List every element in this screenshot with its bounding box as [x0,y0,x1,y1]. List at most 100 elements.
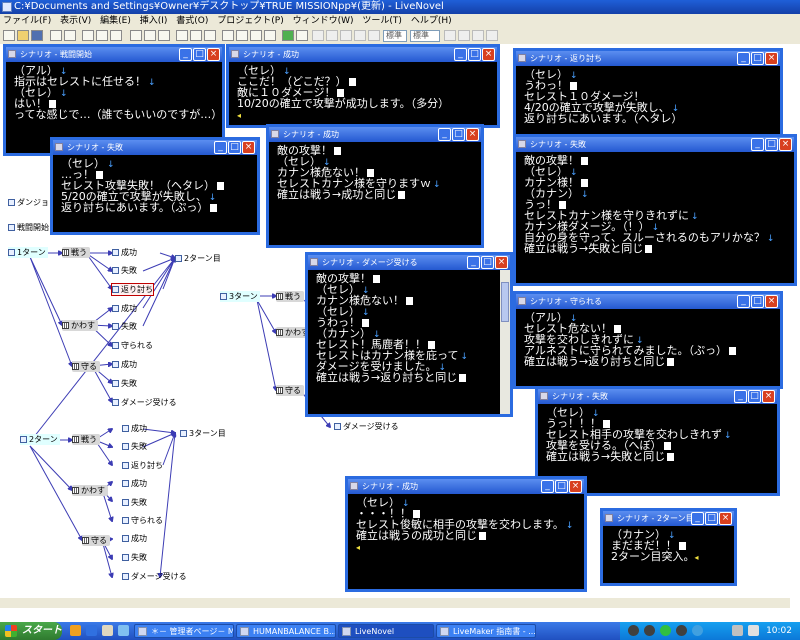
scenario-text[interactable]: 敵の攻撃！ （セレ） ↓ カナン様！ （カナン） ↓ うっ！ セレストカナン様を守りきれずに ↓… [516,152,794,283]
scenario-text[interactable]: （アル） ↓ セレスト危ない！ 攻撃を交わしきれずに ↓ アルネストに守られてみました。（… [516,309,780,386]
node-to-turn3[interactable]: 3ターン目 [180,428,226,439]
node-t1-guard[interactable]: 守る [72,361,100,372]
close-icon[interactable]: × [762,390,775,403]
minimize-icon[interactable]: _ [734,390,747,403]
maximize-icon[interactable]: □ [468,48,481,61]
scenario-text[interactable]: （セレ） ↓ ・・・！！ セレスト俊敏に相手の攻撃を交わします。 ↓ 確立は戦うの成功と同… [348,494,584,589]
node-t1-guard-fail[interactable]: 失敗 [112,378,137,389]
close-icon[interactable]: × [569,480,582,493]
scenario-window-damage[interactable]: シナリオ - ダメージ受ける _ □ × 敵の攻撃！ （セレ） ↓ カナン様危ない！ （セレ… [305,252,513,417]
menu-view[interactable]: 表示(V) [57,14,94,28]
maximize-icon[interactable]: □ [751,52,764,65]
maximize-icon[interactable]: □ [481,256,494,269]
node-t3-fight[interactable]: 戦う [276,291,304,302]
scenario-text[interactable]: 敵の攻撃！ （セレ） ↓ カナン様危ない！ （セレ） ↓ うわっ！ （カナン） ↓ セレスト！馬鹿… [308,270,500,414]
task-admin-page[interactable]: ＊－ 管理者ページ－ M... [134,624,234,638]
volume-icon[interactable] [692,625,703,636]
node-t2-damage[interactable]: ダメージ受ける [122,571,187,582]
node-t2-guard-fail[interactable]: 失敗 [122,552,147,563]
align-right-icon[interactable] [472,30,484,41]
node-t1-dodge[interactable]: かわす [62,320,98,331]
node-insert-icon[interactable] [130,30,142,41]
close-icon[interactable]: × [765,295,778,308]
quicklaunch-firefox-icon[interactable] [70,625,81,636]
node-battle-start[interactable]: 戦闘開始 [8,222,49,233]
save-icon[interactable] [31,30,43,41]
menu-node-icon[interactable] [176,30,188,41]
menu-project[interactable]: プロジェクト(P) [214,14,286,28]
minimize-icon[interactable]: _ [214,141,227,154]
run-icon[interactable] [282,30,294,41]
copy-icon[interactable] [96,30,108,41]
node-t1-dodge-success[interactable]: 成功 [112,303,137,314]
task-humanbalance[interactable]: HUMANBALANCE B... [236,624,336,638]
node-t3-damage[interactable]: ダメージ受ける [334,421,399,432]
node-t2-guard[interactable]: 守る [82,535,110,546]
text-icon[interactable] [264,30,276,41]
close-icon[interactable]: × [207,48,220,61]
jump-node-icon[interactable] [204,30,216,41]
scenario-window-success-2[interactable]: シナリオ - 成功 _ □ × 敵の攻撃！ （セレ） ↓ カナン様危ない！ セレストカナン様… [266,124,484,248]
minimize-icon[interactable]: _ [751,138,764,151]
color-icon[interactable] [486,30,498,41]
minimize-icon[interactable]: _ [179,48,192,61]
minimize-icon[interactable]: _ [691,512,704,525]
maximize-icon[interactable]: □ [193,48,206,61]
scenario-text[interactable]: （カナン） ↓ まだまだ！！ 2ターン目突入。◂ [603,526,734,583]
node-turn1[interactable]: 1ターン [8,247,48,258]
scenario-text[interactable]: 敵の攻撃！ （セレ） ↓ カナン様危ない！ セレストカナン様を守りますｗ ↓ 確立は戦う→成… [269,142,481,245]
align-left-icon[interactable] [444,30,456,41]
calc-node-icon[interactable] [190,30,202,41]
menu-window[interactable]: ウィンドウ(W) [290,14,357,28]
minimize-icon[interactable]: _ [737,295,750,308]
minimize-icon[interactable]: _ [541,480,554,493]
scrollbar-thumb[interactable] [501,282,509,322]
media-next-icon[interactable] [676,625,687,636]
scenario-window-fail-2[interactable]: シナリオ - 失敗 _ □ × 敵の攻撃！ （セレ） ↓ カナン様！ （カナン） ↓ うっ！ セレ… [513,134,797,286]
node-t2-protected[interactable]: 守られる [122,515,163,526]
align-center-icon[interactable] [458,30,470,41]
node-turn3[interactable]: 3ターン [220,291,260,302]
link-icon[interactable] [222,30,234,41]
quicklaunch-desktop-icon[interactable] [102,625,113,636]
minimize-icon[interactable]: _ [737,52,750,65]
node-t1-fight-fail[interactable]: 失敗 [112,265,137,276]
task-livenovel[interactable]: LiveNovel [338,624,434,638]
node-t1-dodge-fail[interactable]: 失敗 [112,321,137,332]
node-t2-counter[interactable]: 返り討ち [122,460,163,471]
maximize-icon[interactable]: □ [765,138,778,151]
menu-format[interactable]: 書式(O) [173,14,211,28]
node-insert-icon-3[interactable] [158,30,170,41]
new-file-icon[interactable] [3,30,15,41]
media-stop-icon[interactable] [628,625,639,636]
quicklaunch-ie-icon[interactable] [86,625,97,636]
bold-icon[interactable] [312,30,324,41]
canvas-horizontal-scrollbar[interactable] [0,598,790,608]
maximize-icon[interactable]: □ [751,295,764,308]
menu-help[interactable]: ヘルプ(H) [408,14,455,28]
scenario-text[interactable]: （セレ） ↓ …っ！ セレスト攻撃失敗！（ヘタレ） 5/20の確立で攻撃が失敗し、 ↓ 返り… [53,155,257,232]
layout-icon[interactable] [250,30,262,41]
node-t1-fight-success[interactable]: 成功 [112,247,137,258]
node-t1-fight[interactable]: 戦う [62,247,90,258]
node-t2-dodge-fail[interactable]: 失敗 [122,497,147,508]
cut-icon[interactable] [82,30,94,41]
minimize-icon[interactable]: _ [454,48,467,61]
node-t1-damage[interactable]: ダメージ受ける [112,397,177,408]
close-icon[interactable]: × [482,48,495,61]
node-to-turn2[interactable]: 2ターン目 [175,253,221,264]
maximize-icon[interactable]: □ [452,128,465,141]
size-select[interactable]: 標準 [410,30,440,42]
font-select[interactable]: 標準 [383,30,407,42]
node-t1-protected[interactable]: 守られる [112,340,153,351]
close-icon[interactable]: × [765,52,778,65]
node-insert-icon-2[interactable] [144,30,156,41]
start-button[interactable]: スタート [0,622,62,640]
close-icon[interactable]: × [242,141,255,154]
network-icon[interactable] [732,625,743,636]
node-t2-fight-fail[interactable]: 失敗 [122,441,147,452]
node-t3-guard[interactable]: 守る [276,385,304,396]
scenario-window-turn2[interactable]: シナリオ - 2ターン目 _ □ × （カナン） ↓ まだまだ！！ 2ターン目突入。◂ [600,508,737,586]
minimize-icon[interactable]: _ [467,256,480,269]
node-t1-counter[interactable]: 返り討ち [111,283,154,296]
